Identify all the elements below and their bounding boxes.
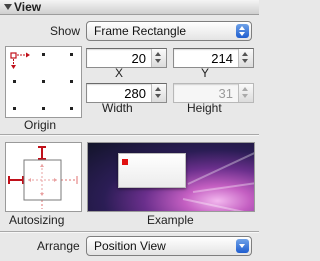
y-label: Y bbox=[201, 66, 210, 80]
arrange-popup[interactable]: Position View bbox=[86, 236, 252, 256]
example-label: Example bbox=[147, 213, 194, 227]
origin-point-bottom-center[interactable] bbox=[42, 107, 45, 110]
origin-selector[interactable] bbox=[5, 46, 82, 118]
popup-down-arrow-icon bbox=[236, 239, 249, 253]
show-popup-value: Frame Rectangle bbox=[94, 24, 187, 38]
view-section-header[interactable]: View bbox=[0, 0, 259, 15]
example-view-marker bbox=[122, 159, 128, 165]
x-stepper[interactable] bbox=[151, 49, 166, 67]
divider bbox=[0, 231, 259, 232]
x-field[interactable]: 20 bbox=[86, 48, 167, 68]
light-streak bbox=[187, 149, 254, 185]
x-label: X bbox=[115, 66, 124, 80]
origin-point-bottom-left[interactable] bbox=[13, 107, 16, 110]
y-value: 214 bbox=[211, 51, 233, 66]
autosizing-control[interactable] bbox=[5, 142, 82, 212]
width-value: 280 bbox=[124, 86, 146, 101]
origin-point-top-right[interactable] bbox=[70, 53, 73, 56]
height-value: 31 bbox=[218, 86, 233, 101]
autosizing-diagram-icon bbox=[8, 146, 78, 209]
y-stepper[interactable] bbox=[238, 49, 253, 67]
origin-label: Origin bbox=[24, 118, 57, 132]
arrange-label: Arrange bbox=[37, 239, 80, 253]
disclosure-triangle-icon[interactable] bbox=[4, 4, 12, 10]
height-field: 31 bbox=[173, 83, 254, 103]
width-label: Width bbox=[102, 101, 133, 115]
section-title: View bbox=[14, 0, 42, 14]
example-window bbox=[118, 153, 186, 188]
height-label: Height bbox=[187, 101, 222, 115]
light-streak bbox=[192, 179, 254, 193]
show-label: Show bbox=[50, 24, 81, 38]
example-preview bbox=[87, 142, 255, 212]
width-stepper[interactable] bbox=[151, 84, 166, 102]
origin-point-middle-right[interactable] bbox=[70, 80, 73, 83]
autosizing-label: Autosizing bbox=[9, 213, 65, 227]
origin-point-top-center[interactable] bbox=[42, 53, 45, 56]
popup-updown-arrows-icon bbox=[236, 24, 249, 38]
light-streak bbox=[182, 198, 254, 211]
width-field[interactable]: 280 bbox=[86, 83, 167, 103]
y-field[interactable]: 214 bbox=[173, 48, 254, 68]
show-popup[interactable]: Frame Rectangle bbox=[86, 21, 252, 41]
origin-point-center[interactable] bbox=[42, 80, 45, 83]
arrange-popup-value: Position View bbox=[94, 239, 166, 253]
origin-point-middle-left[interactable] bbox=[13, 80, 16, 83]
x-value: 20 bbox=[131, 51, 146, 66]
origin-point-bottom-right[interactable] bbox=[70, 107, 73, 110]
height-stepper bbox=[238, 84, 253, 102]
divider bbox=[0, 134, 259, 135]
